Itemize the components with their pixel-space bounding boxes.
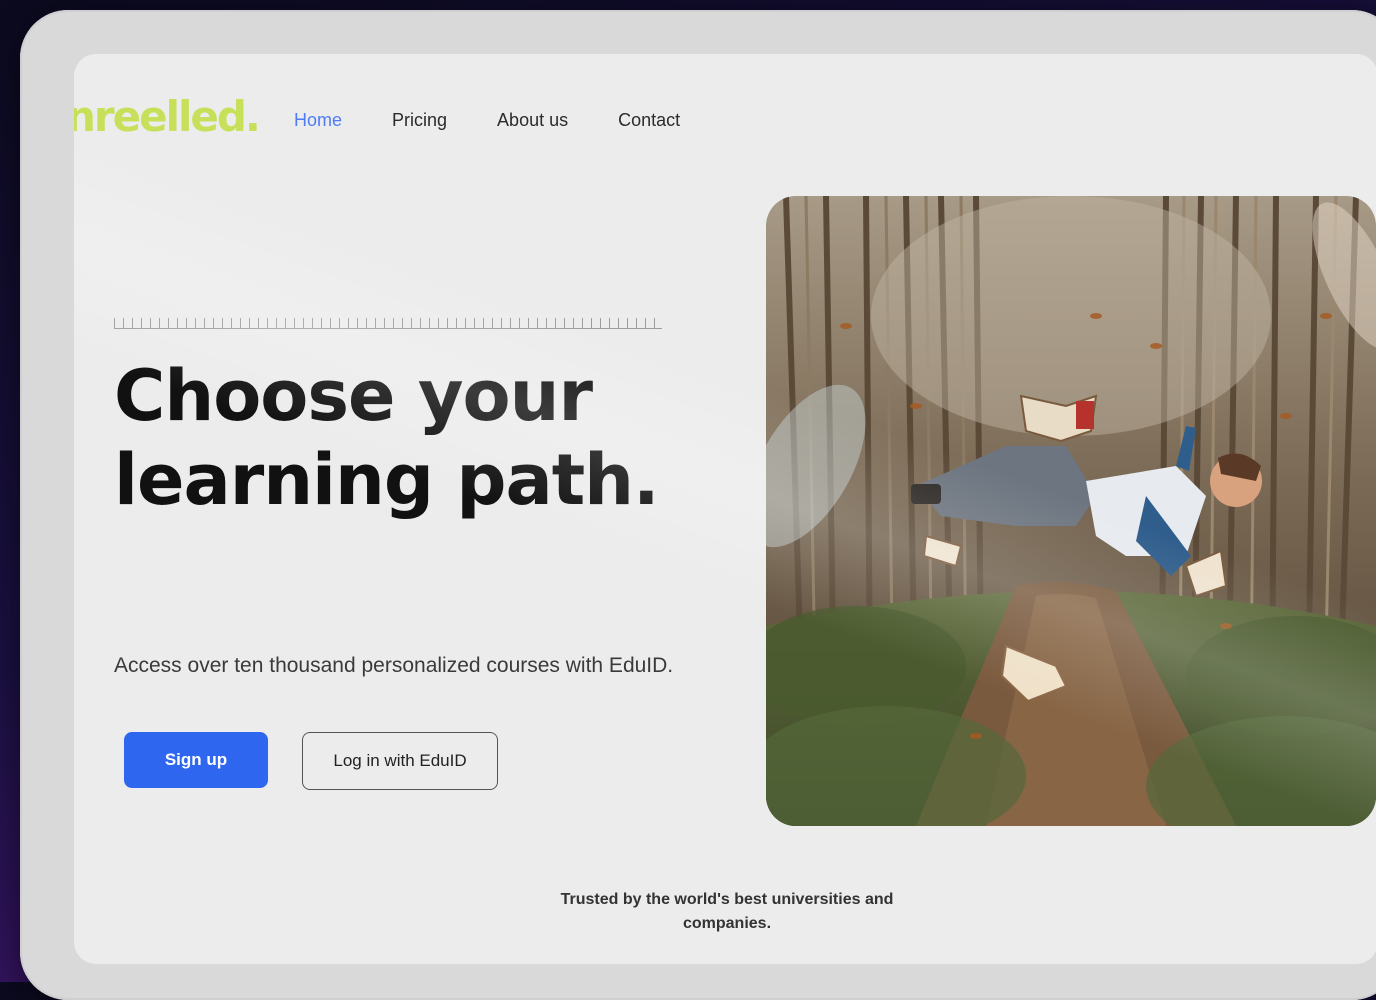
brand-logo[interactable]: nreelled. — [74, 92, 261, 141]
signup-button[interactable]: Sign up — [124, 732, 268, 788]
nav-item-contact[interactable]: Contact — [618, 110, 680, 131]
top-nav: Home Pricing About us Contact — [294, 110, 730, 131]
forest-books-illustration — [766, 196, 1376, 826]
hero-headline: Choose your learning path. — [114, 355, 660, 521]
tablet-frame: nreelled. Home Pricing About us Contact … — [20, 10, 1376, 1000]
nav-item-pricing[interactable]: Pricing — [392, 110, 447, 131]
login-eduid-button[interactable]: Log in with EduID — [302, 732, 498, 790]
trusted-by-text: Trusted by the world's best universities… — [560, 891, 894, 932]
decorative-ruler — [114, 318, 662, 329]
nav-item-about[interactable]: About us — [497, 110, 568, 131]
hero-photo — [766, 196, 1376, 826]
hero-subtitle: Access over ten thousand personalized co… — [114, 654, 674, 677]
nav-item-home[interactable]: Home — [294, 110, 342, 131]
app-screen: nreelled. Home Pricing About us Contact … — [74, 54, 1376, 964]
